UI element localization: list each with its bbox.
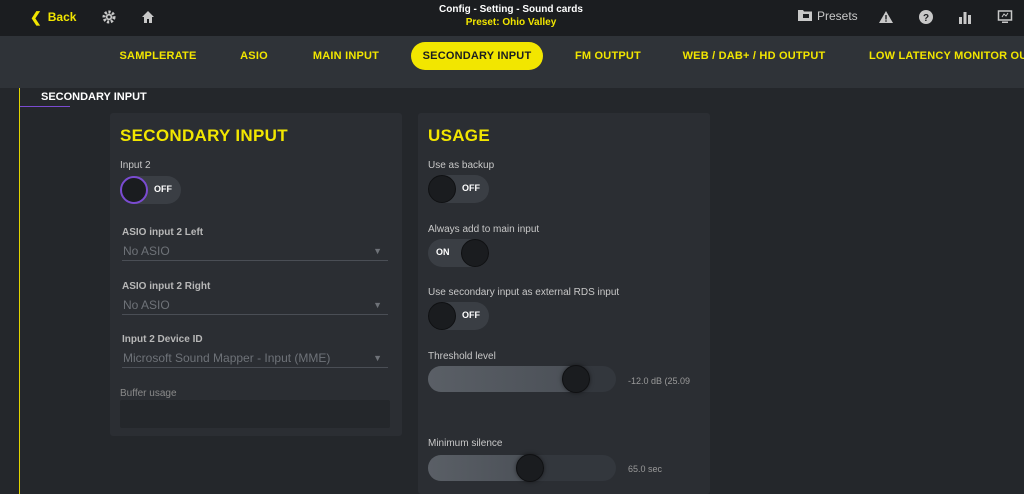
svg-text:?: ?: [923, 13, 929, 24]
secondary-input-panel: SECONDARY INPUT Input 2 OFF ASIO input 2…: [110, 113, 402, 436]
select-value: No ASIO: [123, 244, 170, 258]
breadcrumb: SECONDARY INPUT: [41, 91, 147, 103]
title-block: Config - Setting - Sound cards Preset: O…: [380, 3, 642, 29]
min-silence-label: Minimum silence: [428, 438, 503, 449]
input2-label: Input 2: [120, 160, 151, 171]
slider-knob[interactable]: [516, 454, 544, 482]
toggle-state: OFF: [154, 184, 172, 194]
tab-fm-output[interactable]: FM OUTPUT: [566, 42, 650, 70]
tab-asio[interactable]: ASIO: [228, 42, 280, 70]
threshold-value: -12.0 dB (25.09: [628, 376, 691, 386]
asio-right-select[interactable]: No ASIO ▼: [122, 297, 388, 315]
toggle-state: OFF: [462, 310, 480, 320]
page-title: Config - Setting - Sound cards: [439, 4, 583, 15]
asio-left-select[interactable]: No ASIO ▼: [122, 243, 388, 261]
rds-label: Use secondary input as external RDS inpu…: [428, 287, 620, 298]
asio-right-label: ASIO input 2 Right: [122, 281, 211, 292]
toggle-state: ON: [436, 247, 450, 257]
top-bar: ❮ Back Config - Setting - Sound cards Pr…: [0, 0, 1024, 36]
tab-samplerate[interactable]: SAMPLERATE: [110, 42, 206, 70]
presets-button[interactable]: Presets: [798, 8, 858, 24]
left-rail: [19, 88, 20, 494]
caret-down-icon: ▼: [373, 353, 382, 363]
asio-left-label: ASIO input 2 Left: [122, 227, 204, 238]
toggle-knob: [120, 176, 148, 204]
backup-toggle[interactable]: OFF: [428, 175, 489, 203]
threshold-label: Threshold level: [428, 351, 496, 362]
rds-toggle[interactable]: OFF: [428, 302, 489, 330]
tab-low-latency-monitor-output[interactable]: LOW LATENCY MONITOR OU: [858, 42, 1024, 70]
toggle-knob: [428, 175, 456, 203]
gear-icon[interactable]: [101, 9, 117, 25]
back-label: Back: [47, 10, 77, 24]
input2-toggle[interactable]: OFF: [120, 176, 181, 204]
caret-down-icon: ▼: [373, 300, 382, 310]
always-add-label: Always add to main input: [428, 224, 540, 235]
min-silence-slider[interactable]: [428, 454, 616, 482]
always-add-toggle[interactable]: ON: [428, 239, 489, 267]
toggle-knob: [428, 302, 456, 330]
panel-title: SECONDARY INPUT: [120, 126, 288, 145]
threshold-slider[interactable]: [428, 365, 616, 393]
tab-web-dab-hd-output[interactable]: WEB / DAB+ / HD OUTPUT: [673, 42, 835, 70]
buffer-usage-label: Buffer usage: [120, 388, 177, 399]
select-value: No ASIO: [123, 298, 170, 312]
panel-title: USAGE: [428, 126, 490, 145]
min-silence-value: 65.0 sec: [628, 464, 663, 474]
chevron-left-icon: ❮: [30, 8, 42, 25]
bar-chart-icon[interactable]: [957, 9, 973, 25]
toggle-knob: [461, 239, 489, 267]
buffer-usage-meter: [120, 400, 390, 428]
select-value: Microsoft Sound Mapper - Input (MME): [123, 351, 331, 365]
toggle-state: OFF: [462, 183, 480, 193]
usage-panel: USAGE Use as backup OFF Always add to ma…: [418, 113, 710, 494]
preset-name: Preset: Ohio Valley: [465, 17, 557, 28]
monitor-icon[interactable]: [997, 9, 1013, 25]
warning-icon[interactable]: [878, 9, 894, 25]
tab-bar: SAMPLERATE ASIO MAIN INPUT SECONDARY INP…: [0, 36, 1024, 88]
tab-secondary-input[interactable]: SECONDARY INPUT: [411, 42, 543, 70]
slider-knob[interactable]: [562, 365, 590, 393]
back-button[interactable]: ❮ Back: [30, 8, 76, 26]
breadcrumb-underline: [20, 106, 70, 107]
backup-label: Use as backup: [428, 160, 495, 171]
device-id-select[interactable]: Microsoft Sound Mapper - Input (MME) ▼: [122, 350, 388, 368]
home-icon[interactable]: [140, 9, 156, 25]
device-id-label: Input 2 Device ID: [122, 334, 203, 345]
caret-down-icon: ▼: [373, 246, 382, 256]
help-icon[interactable]: ?: [918, 9, 934, 25]
presets-label: Presets: [817, 9, 858, 23]
tab-main-input[interactable]: MAIN INPUT: [303, 42, 389, 70]
folder-icon: [798, 9, 812, 24]
